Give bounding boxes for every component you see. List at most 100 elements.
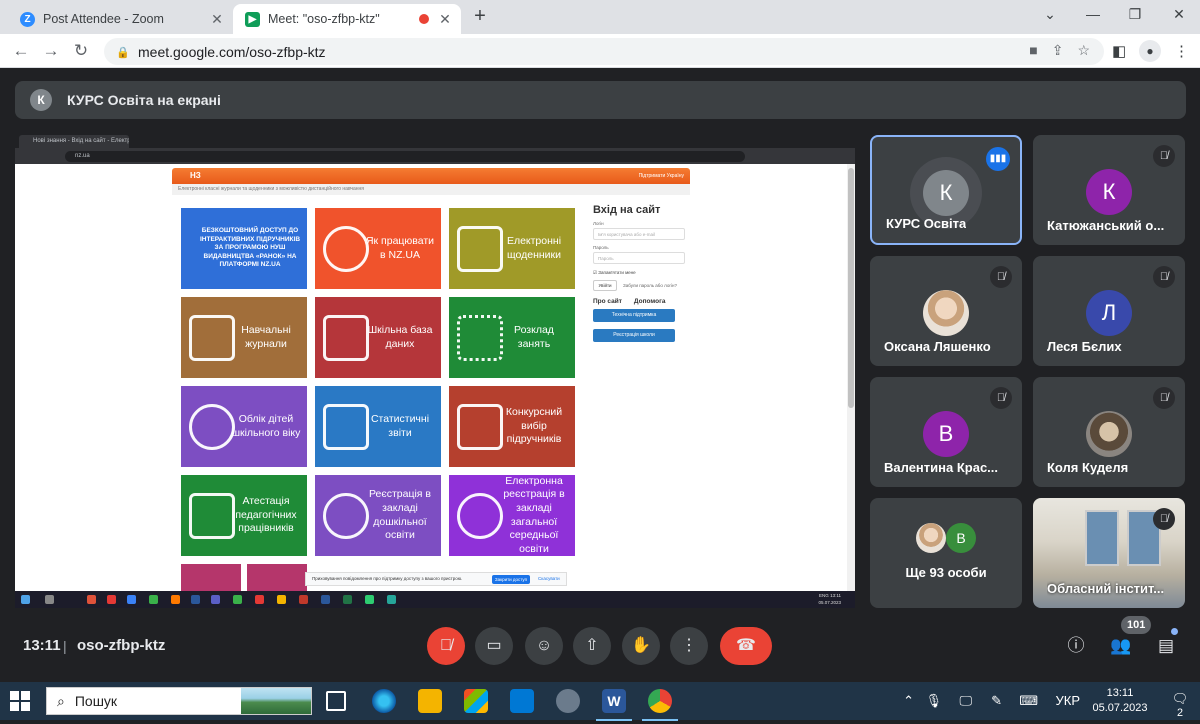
language-indicator[interactable]: УКР — [1055, 693, 1080, 708]
tab-title: Post Attendee - Zoom — [43, 12, 164, 26]
app-icon — [127, 595, 136, 604]
mic-toggle-button[interactable]: 🎙̸ — [427, 627, 465, 665]
camera-app-icon[interactable] — [556, 689, 580, 713]
windows-logo-part — [10, 702, 19, 711]
participant-name: Леся Бєлих — [1047, 339, 1122, 354]
chrome-icon[interactable] — [642, 689, 678, 721]
camera-icon[interactable]: ■ — [1029, 42, 1037, 59]
site-logo: НЗ — [190, 171, 201, 180]
url-field[interactable]: 🔒 meet.google.com/oso-zfbp-ktz ■ ⇪ ☆ — [104, 38, 1104, 65]
tab-meet[interactable]: ▶ Meet: "oso-zfbp-ktz" ✕ — [233, 4, 461, 34]
share-icon[interactable]: ⇪ — [1052, 42, 1064, 59]
minimize-button[interactable]: — — [1078, 4, 1108, 24]
tab-search-icon[interactable]: ⌄ — [1035, 4, 1065, 24]
remember-checkbox[interactable]: ☑ Запам'ятати мене — [593, 270, 693, 276]
network-icon[interactable]: 🖵 — [959, 693, 972, 709]
cookie-cancel-button[interactable]: Скасувати — [538, 573, 560, 585]
register-school-button[interactable]: Реєстрація школи — [593, 329, 675, 342]
microphone-icon[interactable]: 🎙 — [925, 693, 942, 709]
mic-off-icon: 🎙̸ — [990, 387, 1012, 409]
notification-icon[interactable]: 🗨2 — [1170, 691, 1190, 719]
taskbar-search[interactable]: ⌕ Пошук — [46, 687, 312, 715]
shared-tab-title: Нові знання - Вхід на сайт - Електр... — [19, 135, 129, 148]
tile-label: Атестація педагогічних працівників — [235, 495, 297, 535]
meeting-info-button[interactable]: ⓘ — [1062, 632, 1090, 660]
task-view-icon[interactable] — [326, 691, 346, 711]
chat-button[interactable]: ▤ — [1152, 632, 1180, 660]
tab-title: Meet: "oso-zfbp-ktz" — [268, 12, 380, 26]
more-options-button[interactable]: ⋮ — [670, 627, 708, 665]
people-icon — [189, 403, 235, 450]
people-count-badge: 101 — [1121, 616, 1152, 634]
edge-icon[interactable] — [372, 689, 396, 713]
password-field[interactable]: Пароль — [593, 252, 685, 264]
close-tab-icon[interactable]: ✕ — [207, 11, 227, 28]
present-button[interactable]: ⇧ — [573, 627, 611, 665]
word-icon[interactable]: W — [596, 689, 632, 721]
cookie-accept-button[interactable]: Закрити доступ — [492, 575, 530, 584]
shared-screen: Нові знання - Вхід на сайт - Електр... n… — [15, 132, 855, 608]
camera-toggle-button[interactable]: ▭ — [475, 627, 513, 665]
recording-indicator-icon — [419, 14, 429, 24]
mic-off-icon: 🎙̸ — [440, 637, 452, 654]
lock-icon: 🔒 — [116, 46, 130, 59]
more-participants-tile[interactable]: В Ще 93 особи — [870, 498, 1022, 608]
taskbar-time: 13:11 — [1106, 687, 1134, 699]
tab-zoom[interactable]: Z Post Attendee - Zoom ✕ — [8, 4, 233, 34]
mic-off-icon: 🎙̸ — [1153, 508, 1175, 530]
side-panel-icon[interactable]: ◧ — [1112, 42, 1126, 60]
store-icon[interactable] — [464, 689, 488, 713]
profile-avatar-icon[interactable]: ● — [1139, 40, 1161, 62]
reload-icon[interactable]: ↻ — [70, 41, 92, 63]
participant-tile[interactable]: К 🎙̸ Катюжанський о... — [1033, 135, 1185, 245]
login-submit-button[interactable]: Увійти — [593, 280, 617, 291]
chevron-up-icon[interactable]: ⌃ — [903, 693, 914, 709]
participant-tile[interactable]: 🎙̸ Коля Куделя — [1033, 377, 1185, 487]
mail-icon[interactable] — [510, 689, 534, 713]
tile-label: Реєстрація в закладі дошкільної освіти — [368, 488, 431, 542]
participant-tile[interactable]: Л 🎙̸ Леся Бєлих — [1033, 256, 1185, 366]
file-explorer-icon[interactable] — [418, 689, 442, 713]
tile-label: Електронні щоденники — [506, 234, 562, 261]
menu-icon[interactable]: ⋮ — [1174, 42, 1189, 60]
close-window-button[interactable]: ✕ — [1164, 4, 1194, 24]
camera-icon: ▭ — [486, 637, 502, 654]
about-link[interactable]: Про сайт — [593, 298, 622, 305]
leave-call-button[interactable]: ☎ — [720, 627, 772, 665]
close-tab-icon[interactable]: ✕ — [435, 11, 455, 28]
tile-how-to: Як працювати в NZ.UA — [315, 208, 441, 289]
new-tab-button[interactable]: + — [468, 5, 492, 29]
tile-school-registration: Електронна реєстрація в закладі загально… — [449, 475, 575, 556]
keyboard-icon[interactable]: ⌨ — [1019, 693, 1038, 709]
login-label: Логін — [593, 221, 604, 226]
restore-button[interactable]: ❐ — [1120, 4, 1150, 24]
taskbar-clock[interactable]: 13:11 05.07.2023 — [1090, 686, 1150, 716]
help-link[interactable]: Допомога — [634, 298, 666, 305]
login-field[interactable]: Ім'я користувача або e-mail — [593, 228, 685, 240]
forgot-link[interactable]: Забули пароль або логін? — [623, 283, 677, 288]
app-icon — [87, 595, 96, 604]
participant-name: Валентина Крас... — [884, 460, 999, 475]
forward-icon[interactable]: → — [40, 41, 62, 63]
tile-label: Статистичні звіти — [370, 412, 430, 439]
raise-hand-button[interactable]: ✋ — [622, 627, 660, 665]
cookie-text: Приховування повідомлення про підтримку … — [312, 576, 463, 581]
participant-tile[interactable]: В 🎙̸ Валентина Крас... — [870, 377, 1022, 487]
start-button[interactable] — [10, 691, 30, 711]
tile-label: Розклад занять — [514, 323, 554, 350]
pen-icon[interactable]: ✎ — [991, 693, 1002, 709]
bookmark-star-icon[interactable]: ☆ — [1077, 42, 1090, 59]
tile-textbooks: Конкурсний вибір підручників — [449, 386, 575, 467]
tile-label: Електронна реєстрація в закладі загально… — [503, 475, 565, 555]
participant-tile[interactable]: 🎙̸ Оксана Ляшенко — [870, 256, 1022, 366]
more-icon: ⋮ — [681, 637, 697, 654]
meeting-controls-bar: 13:11 | oso-zfbp-ktz 🎙̸ ▭ ☺ ⇧ ✋ ⋮ ☎ ⓘ 👥 … — [0, 616, 1200, 678]
participant-tile[interactable]: 🎙̸ Обласний інстит... — [1033, 498, 1185, 608]
participant-name: КУРС Освіта — [886, 216, 967, 231]
people-button[interactable]: 👥 — [1107, 632, 1135, 660]
participant-tile[interactable]: К ▮▮▮ КУРС Освіта — [870, 135, 1022, 245]
participant-name: Обласний інстит... — [1047, 581, 1165, 596]
back-icon[interactable]: ← — [10, 41, 32, 63]
support-button[interactable]: Технічна підтримка — [593, 309, 675, 322]
reactions-button[interactable]: ☺ — [525, 627, 563, 665]
